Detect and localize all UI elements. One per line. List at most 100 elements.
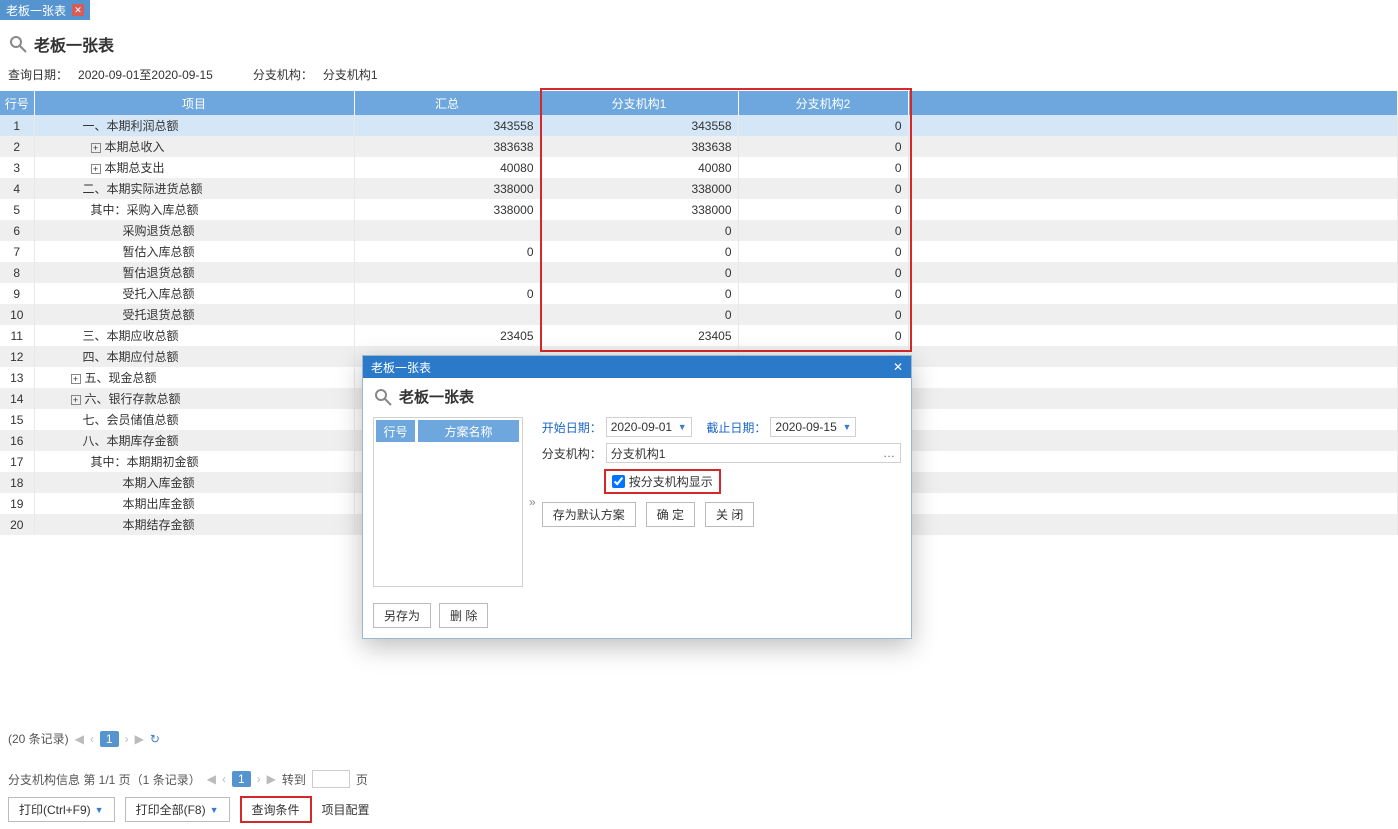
checkbox-input[interactable]: [612, 475, 625, 488]
cell-item: +六、银行存款总额: [34, 388, 354, 409]
table-row[interactable]: 4二、本期实际进货总额3380003380000: [0, 178, 1398, 199]
cell-summary: 338000: [354, 178, 540, 199]
cell-rownum: 3: [0, 157, 34, 178]
cell-branch1: 0: [540, 304, 738, 325]
table-row[interactable]: 5其中：采购入库总额3380003380000: [0, 199, 1398, 220]
cell-branch2: 0: [738, 220, 908, 241]
table-row[interactable]: 8暂估退货总额00: [0, 262, 1398, 283]
cell-rownum: 8: [0, 262, 34, 283]
pager2-next-icon[interactable]: ›: [257, 772, 261, 786]
tab-label: 老板一张表: [6, 2, 66, 19]
cell-branch1: 338000: [540, 178, 738, 199]
expand-icon[interactable]: +: [71, 395, 81, 405]
pager-next2-icon[interactable]: ▶: [135, 732, 144, 746]
branch-info: 分支机构信息 第 1/1 页（1 条记录）: [8, 771, 201, 788]
plan-col-rownum[interactable]: 行号: [376, 420, 416, 442]
cell-item: 采购退货总额: [34, 220, 354, 241]
table-row[interactable]: 6采购退货总额00: [0, 220, 1398, 241]
cell-branch2: 0: [738, 199, 908, 220]
ellipsis-icon[interactable]: …: [883, 446, 896, 460]
cell-item: +本期总支出: [34, 157, 354, 178]
cell-item: 二、本期实际进货总额: [34, 178, 354, 199]
cell-rownum: 19: [0, 493, 34, 514]
goto-suffix: 页: [356, 771, 368, 788]
table-row[interactable]: 9受托入库总额000: [0, 283, 1398, 304]
tab-close-icon[interactable]: ✕: [72, 4, 84, 16]
cell-summary: 0: [354, 241, 540, 262]
tab-boss-sheet[interactable]: 老板一张表 ✕: [0, 0, 90, 20]
cell-branch2: 0: [738, 241, 908, 262]
config-link[interactable]: 项目配置: [322, 801, 370, 818]
goto-label: 转到: [282, 771, 306, 788]
save-as-button[interactable]: 另存为: [373, 603, 431, 628]
goto-input[interactable]: [312, 770, 350, 788]
cell-summary: 383638: [354, 136, 540, 157]
table-row[interactable]: 7暂估入库总额000: [0, 241, 1398, 262]
print-button[interactable]: 打印(Ctrl+F9)▼: [8, 797, 115, 822]
pager2-prev-icon[interactable]: ◀: [207, 772, 216, 786]
record-count: (20 条记录): [8, 730, 69, 747]
show-by-branch-checkbox[interactable]: 按分支机构显示: [604, 469, 721, 494]
cell-rownum: 17: [0, 451, 34, 472]
expand-icon[interactable]: +: [71, 374, 81, 384]
pager-page[interactable]: 1: [100, 731, 119, 747]
pager-prev2-icon[interactable]: ‹: [90, 732, 94, 746]
col-branch1[interactable]: 分支机构1: [540, 91, 738, 115]
table-row[interactable]: 1一、本期利润总额3435583435580: [0, 115, 1398, 136]
dialog-close-icon[interactable]: ✕: [893, 360, 903, 374]
cell-branch2: 0: [738, 157, 908, 178]
dropdown-icon[interactable]: ▼: [842, 422, 851, 432]
dialog-title: 老板一张表: [371, 359, 431, 376]
cell-item: 其中：本期期初金额: [34, 451, 354, 472]
cell-item: 三、本期应收总额: [34, 325, 354, 346]
cell-branch2: 0: [738, 178, 908, 199]
plan-col-name[interactable]: 方案名称: [418, 420, 520, 442]
ok-button[interactable]: 确 定: [646, 502, 695, 527]
pager2-page[interactable]: 1: [232, 771, 251, 787]
pager2-prev2-icon[interactable]: ‹: [222, 772, 226, 786]
cell-rownum: 15: [0, 409, 34, 430]
branch-label: 分支机构：: [542, 445, 602, 462]
pager-prev-icon[interactable]: ◀: [75, 732, 84, 746]
print-all-button[interactable]: 打印全部(F8)▼: [125, 797, 230, 822]
delete-button[interactable]: 删 除: [439, 603, 488, 628]
col-rownum[interactable]: 行号: [0, 91, 34, 115]
cell-item: 七、会员储值总额: [34, 409, 354, 430]
cell-rownum: 18: [0, 472, 34, 493]
query-button[interactable]: 查询条件: [240, 796, 312, 823]
cell-branch1: 0: [540, 241, 738, 262]
cell-rownum: 20: [0, 514, 34, 535]
pager-next-icon[interactable]: ›: [125, 732, 129, 746]
branch-input[interactable]: 分支机构1 …: [606, 443, 901, 463]
splitter-icon[interactable]: »: [529, 495, 536, 509]
dialog-titlebar[interactable]: 老板一张表 ✕: [363, 356, 911, 378]
table-row[interactable]: 11三、本期应收总额23405234050: [0, 325, 1398, 346]
pager2-next2-icon[interactable]: ▶: [267, 772, 276, 786]
query-dialog: 老板一张表 ✕ 老板一张表 行号 方案名称 » 开始日期： 2020-09-01…: [362, 355, 912, 639]
cell-rownum: 16: [0, 430, 34, 451]
cell-summary: [354, 220, 540, 241]
dropdown-icon[interactable]: ▼: [678, 422, 687, 432]
expand-icon[interactable]: +: [91, 164, 101, 174]
pager-refresh-icon[interactable]: ↻: [150, 732, 160, 746]
cell-branch1: 0: [540, 262, 738, 283]
table-row[interactable]: 2+本期总收入3836383836380: [0, 136, 1398, 157]
cell-item: 一、本期利润总额: [34, 115, 354, 136]
col-item[interactable]: 项目: [34, 91, 354, 115]
magnifier-icon: [373, 387, 393, 407]
cell-branch1: 0: [540, 283, 738, 304]
table-row[interactable]: 3+本期总支出40080400800: [0, 157, 1398, 178]
cell-branch1: 338000: [540, 199, 738, 220]
expand-icon[interactable]: +: [91, 143, 101, 153]
save-default-button[interactable]: 存为默认方案: [542, 502, 636, 527]
col-branch2[interactable]: 分支机构2: [738, 91, 908, 115]
start-date-label: 开始日期：: [542, 419, 602, 436]
table-row[interactable]: 10受托退货总额00: [0, 304, 1398, 325]
pager-main: (20 条记录) ◀ ‹ 1 › ▶ ↻: [0, 724, 168, 753]
start-date-input[interactable]: 2020-09-01 ▼: [606, 417, 692, 437]
cell-rownum: 5: [0, 199, 34, 220]
caret-down-icon: ▼: [95, 805, 104, 815]
col-summary[interactable]: 汇总: [354, 91, 540, 115]
end-date-input[interactable]: 2020-09-15 ▼: [770, 417, 856, 437]
close-button[interactable]: 关 闭: [705, 502, 754, 527]
